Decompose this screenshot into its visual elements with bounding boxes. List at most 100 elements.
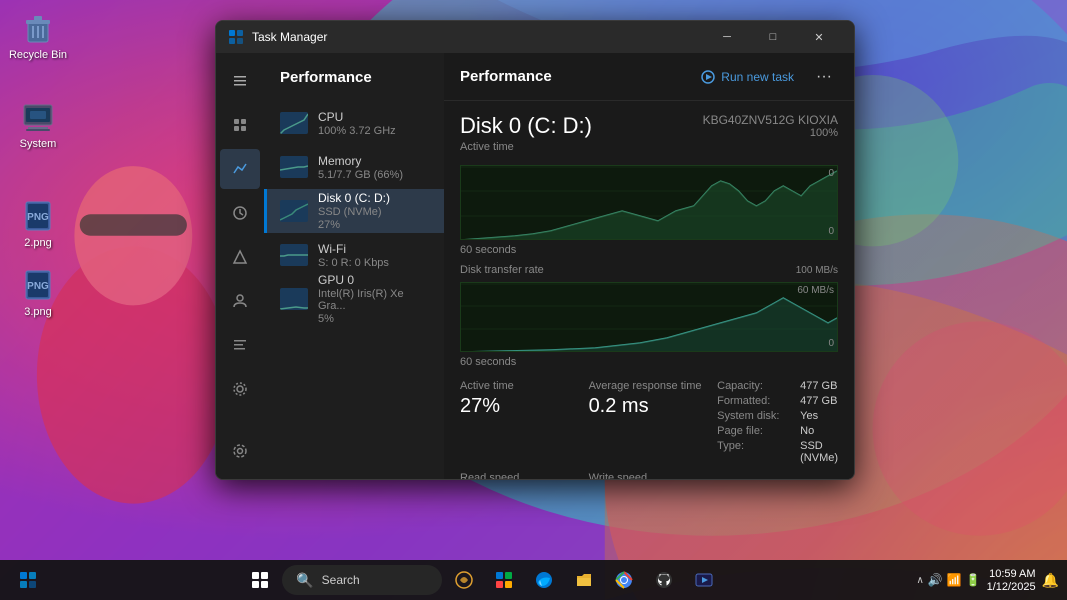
users-sidebar-btn[interactable]: [220, 281, 260, 321]
widgets-button[interactable]: [8, 562, 48, 598]
system-icon[interactable]: System: [8, 99, 68, 150]
battery-icon[interactable]: 🔋: [966, 573, 981, 587]
chevron-up-icon[interactable]: ∧: [916, 575, 923, 586]
avg-response-stat-label: Average response time: [589, 380, 710, 392]
speaker-icon[interactable]: 🔊: [928, 573, 943, 587]
disk-mini-chart: [280, 200, 308, 222]
header-actions: Run new task ···: [693, 63, 838, 91]
run-icon: [701, 70, 715, 84]
nav-item-memory[interactable]: Memory 5.1/7.7 GB (66%): [264, 145, 444, 189]
wifi-nav-content: Wi-Fi S: 0 R: 0 Kbps: [318, 242, 389, 269]
run-new-task-label: Run new task: [721, 70, 794, 84]
taskbar-edge-button[interactable]: [526, 562, 562, 598]
read-speed-label: Read speed: [460, 472, 581, 479]
taskbar-store-button[interactable]: [486, 562, 522, 598]
read-speed-stat: Read speed 30.5 MB/s: [460, 472, 581, 479]
settings-sidebar-btn[interactable]: [220, 431, 260, 471]
capacity-key: Capacity:: [717, 380, 792, 392]
chart2-0: 0: [828, 338, 834, 349]
startup-sidebar-btn[interactable]: [220, 237, 260, 277]
clock-time: 10:59 AM: [989, 568, 1035, 580]
desktop-icons: Recycle Bin System PNG: [8, 10, 68, 318]
wifi-nav-label: Wi-Fi: [318, 242, 389, 256]
taskbar-chrome-button[interactable]: [606, 562, 642, 598]
desktop: Recycle Bin System PNG: [0, 0, 1067, 600]
taskbar-center: 🔍 Search: [52, 562, 912, 598]
system-disk-row: System disk: Yes: [717, 410, 838, 422]
disk-percent-label: 100%: [703, 127, 838, 139]
page-file-row: Page file: No: [717, 425, 838, 437]
disk-content: Disk 0 (C: D:) Active time KBG40ZNV512G …: [444, 101, 854, 479]
formatted-key: Formatted:: [717, 395, 792, 407]
system-clock[interactable]: 10:59 AM 1/12/2025: [987, 568, 1036, 593]
stats-section: Active time 27% Average response time 0.…: [460, 380, 838, 464]
wifi-mini-chart: [280, 244, 308, 266]
speed-stats: Read speed 30.5 MB/s Write speed 6.5 MB/…: [460, 472, 838, 479]
content-header: Performance Run new task ···: [444, 53, 854, 101]
system-disk-key: System disk:: [717, 410, 792, 422]
recycle-bin-icon[interactable]: Recycle Bin: [8, 10, 68, 61]
hamburger-menu-button[interactable]: [220, 61, 260, 101]
avg-response-stat: Average response time 0.2 ms: [589, 380, 710, 464]
task-manager-app-icon: [228, 29, 244, 45]
disk-model: KBG40ZNV512G KIOXIA: [703, 113, 838, 127]
cpu-mini-chart: [280, 112, 308, 134]
nav-item-gpu[interactable]: GPU 0 Intel(R) Iris(R) Xe Gra... 5%: [264, 277, 444, 321]
active-time-chart: 0 0: [460, 165, 838, 240]
wifi-tray-icon[interactable]: 📶: [947, 573, 962, 587]
transfer-rate-chart: 60 MB/s 0: [460, 282, 838, 352]
disk-nav-sub: SSD (NVMe): [318, 206, 390, 218]
app-history-sidebar-btn[interactable]: [220, 193, 260, 233]
2png-icon[interactable]: PNG 2.png: [8, 198, 68, 249]
taskbar-media-button[interactable]: [686, 562, 722, 598]
taskbar-right: ∧ 🔊 📶 🔋 10:59 AM 1/12/2025 🔔: [916, 568, 1059, 593]
formatted-val: 477 GB: [800, 395, 837, 407]
chart2-x-label: 60 seconds: [460, 356, 516, 368]
memory-nav-content: Memory 5.1/7.7 GB (66%): [318, 154, 403, 181]
disk-title: Disk 0 (C: D:): [460, 113, 592, 139]
taskbar-github-button[interactable]: [646, 562, 682, 598]
task-manager-window: Task Manager ─ □ ✕: [215, 20, 855, 480]
write-speed-stat: Write speed 6.5 MB/s: [589, 472, 710, 479]
performance-sidebar-btn[interactable]: [220, 149, 260, 189]
clock-date: 1/12/2025: [987, 581, 1036, 593]
system-tray-icons: ∧ 🔊 📶 🔋: [916, 573, 980, 587]
nav-panel: Performance CPU 100% 3.72 GHz: [264, 53, 444, 479]
taskbar-copilot-button[interactable]: [446, 562, 482, 598]
nav-item-wifi[interactable]: Wi-Fi S: 0 R: 0 Kbps: [264, 233, 444, 277]
notification-icon[interactable]: 🔔: [1042, 572, 1059, 589]
taskbar-left: [8, 562, 48, 598]
taskbar-files-button[interactable]: [566, 562, 602, 598]
taskbar-search[interactable]: 🔍 Search: [282, 565, 442, 595]
write-speed-label: Write speed: [589, 472, 710, 479]
memory-nav-label: Memory: [318, 154, 403, 168]
minimize-button[interactable]: ─: [704, 21, 750, 53]
details-sidebar-btn[interactable]: [220, 325, 260, 365]
window-controls: ─ □ ✕: [704, 21, 842, 53]
maximize-button[interactable]: □: [750, 21, 796, 53]
start-button[interactable]: [242, 562, 278, 598]
3png-icon[interactable]: PNG 3.png: [8, 267, 68, 318]
nav-item-cpu[interactable]: CPU 100% 3.72 GHz: [264, 101, 444, 145]
gpu-mini-chart: [280, 288, 308, 310]
services-sidebar-btn[interactable]: [220, 369, 260, 409]
performance-nav-title: Performance: [280, 69, 372, 86]
disk-nav-content: Disk 0 (C: D:) SSD (NVMe) 27%: [318, 191, 390, 231]
active-time-chart-section: 0 0 60 seconds: [460, 165, 838, 256]
nav-item-disk[interactable]: Disk 0 (C: D:) SSD (NVMe) 27%: [264, 189, 444, 233]
capacity-val: 477 GB: [800, 380, 837, 392]
transfer-chart-labels: 60 seconds: [460, 356, 838, 368]
gpu-nav-content: GPU 0 Intel(R) Iris(R) Xe Gra... 5%: [318, 273, 428, 325]
chart2-60mbps: 60 MB/s: [797, 285, 834, 296]
sidebar: [216, 53, 264, 479]
content-title: Performance: [460, 68, 552, 85]
window-title: Task Manager: [252, 30, 704, 44]
search-icon: 🔍: [296, 572, 313, 589]
processes-sidebar-btn[interactable]: [220, 105, 260, 145]
type-row: Type: SSD (NVMe): [717, 440, 838, 464]
avg-response-stat-value: 0.2 ms: [589, 394, 710, 418]
close-button[interactable]: ✕: [796, 21, 842, 53]
more-options-button[interactable]: ···: [810, 63, 838, 91]
run-new-task-button[interactable]: Run new task: [693, 66, 802, 88]
system-label: System: [20, 138, 57, 150]
